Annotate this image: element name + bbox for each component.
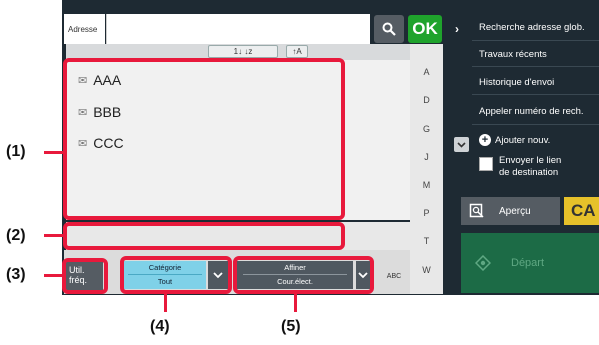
index-column <box>410 44 443 294</box>
chevron-right-icon[interactable]: › <box>455 22 471 38</box>
index-letter[interactable]: T <box>410 236 443 246</box>
sort-button-az[interactable]: 1↓ ↓z <box>208 45 278 58</box>
divider <box>472 124 599 125</box>
callout-3: (3) <box>6 266 26 283</box>
leader-line-5 <box>294 294 297 312</box>
preview-icon <box>469 203 484 218</box>
send-link-checkbox[interactable] <box>479 157 493 171</box>
index-letter[interactable]: W <box>410 265 443 275</box>
leader-line-1 <box>44 151 63 154</box>
index-letter[interactable]: A <box>410 67 443 77</box>
callout-5: (5) <box>281 318 301 335</box>
highlight-box-3 <box>62 258 108 294</box>
plus-icon: + <box>479 134 491 146</box>
highlight-box-4 <box>120 256 232 294</box>
preview-button[interactable]: Aperçu <box>461 197 560 225</box>
recent-jobs-item[interactable]: Travaux récents <box>479 49 597 60</box>
add-new-label: Ajouter nouv. <box>495 134 551 146</box>
send-history-item[interactable]: Historique d'envoi <box>479 77 597 88</box>
collapse-button[interactable] <box>454 137 469 152</box>
callout-2: (2) <box>6 227 26 244</box>
global-address-search-item[interactable]: Recherche adresse glob. <box>479 22 597 33</box>
ok-button[interactable]: OK <box>408 15 442 43</box>
index-letter[interactable]: G <box>410 124 443 134</box>
highlight-box-2 <box>63 222 345 250</box>
clear-all-button[interactable]: CA <box>564 197 599 225</box>
leader-line-4 <box>164 294 167 312</box>
chevron-down-icon <box>457 141 466 148</box>
divider <box>472 40 599 41</box>
address-label: Adresse <box>64 14 105 44</box>
start-label: Départ <box>511 257 545 269</box>
index-letter[interactable]: D <box>410 95 443 105</box>
index-letter[interactable]: P <box>410 208 443 218</box>
start-icon <box>475 255 491 271</box>
send-link-label-line: Envoyer le lien <box>499 155 562 166</box>
index-letter[interactable]: M <box>410 180 443 190</box>
highlight-box-5 <box>233 256 374 294</box>
index-letter[interactable]: J <box>410 152 443 162</box>
address-input[interactable] <box>106 14 370 44</box>
leader-line-2 <box>44 234 63 237</box>
search-button[interactable] <box>374 15 404 43</box>
call-search-number-item[interactable]: Appeler numéro de rech. <box>479 106 597 117</box>
add-new-item[interactable]: + Ajouter nouv. <box>479 134 550 146</box>
sort-button-za[interactable]: ↑A <box>286 45 308 58</box>
callout-4: (4) <box>150 318 170 335</box>
callout-1: (1) <box>6 143 26 160</box>
divider <box>472 66 599 67</box>
divider <box>472 94 599 95</box>
start-button[interactable]: Départ <box>461 233 599 293</box>
search-icon <box>382 22 396 36</box>
abc-button[interactable]: ABC <box>380 262 408 290</box>
leader-line-3 <box>44 274 62 277</box>
highlight-box-1 <box>63 58 345 220</box>
send-link-label: Envoyer le lien de destination <box>499 155 561 179</box>
preview-label: Aperçu <box>499 205 531 217</box>
send-link-label-line: de destination <box>499 167 559 178</box>
